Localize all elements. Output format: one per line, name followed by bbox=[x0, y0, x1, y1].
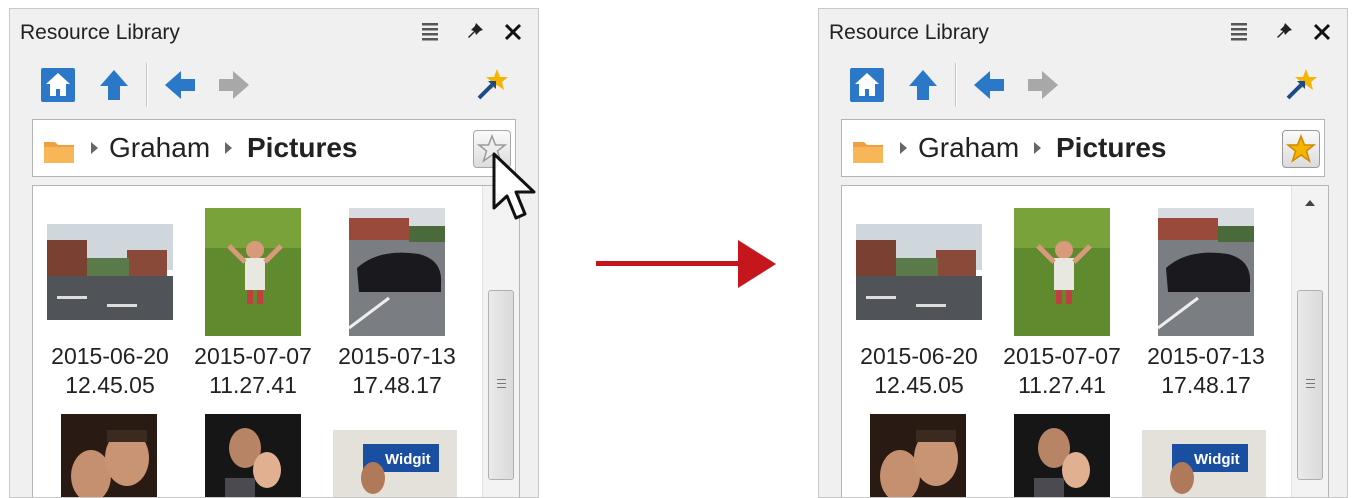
pin-icon[interactable] bbox=[1271, 19, 1297, 45]
thumbnail-caption: 2015-07-07 11.27.41 bbox=[1003, 343, 1121, 398]
folder-icon bbox=[852, 138, 884, 169]
thumbnail-caption: 2015-07-13 17.48.17 bbox=[338, 343, 456, 398]
breadcrumb-item-pictures[interactable]: Pictures bbox=[1056, 132, 1167, 164]
thumbnail-grid: 2015-06-20 12.45.05 2015-07-07 11.27.41 20… bbox=[32, 185, 520, 497]
breadcrumb-separator bbox=[1034, 142, 1041, 154]
thumbnail-caption: 2015-06-20 12.45.05 bbox=[860, 343, 978, 398]
svg-text:Widgit: Widgit bbox=[385, 451, 431, 468]
scroll-up-arrow-icon[interactable] bbox=[1305, 200, 1315, 206]
breadcrumb-item-pictures[interactable]: Pictures bbox=[247, 132, 358, 164]
breadcrumb: Graham Pictures bbox=[841, 119, 1325, 177]
resource-library-panel-before: Resource Library Graham Pictures 2015-06… bbox=[9, 8, 539, 498]
thumbnail-caption: 2015-07-07 11.27.41 bbox=[194, 343, 312, 398]
thumbnail-caption: 2015-06-20 12.45.05 bbox=[51, 343, 169, 398]
breadcrumb-separator bbox=[225, 142, 232, 154]
list-menu-icon[interactable] bbox=[1227, 19, 1253, 45]
thumbnail-image[interactable] bbox=[1158, 208, 1254, 336]
vertical-scrollbar[interactable] bbox=[1291, 186, 1328, 497]
panel-title: Resource Library bbox=[20, 21, 180, 44]
favorite-wand-icon[interactable] bbox=[1283, 67, 1319, 103]
star-icon bbox=[1285, 133, 1317, 163]
panel-title: Resource Library bbox=[829, 21, 989, 44]
thumbnail-image[interactable] bbox=[47, 224, 173, 320]
home-icon[interactable] bbox=[849, 67, 885, 103]
thumbnail-image[interactable] bbox=[205, 414, 301, 497]
panel-titlebar: Resource Library bbox=[819, 9, 1347, 55]
thumbnail-image[interactable] bbox=[61, 414, 157, 497]
svg-text:Widgit: Widgit bbox=[1194, 451, 1240, 468]
favorite-star-button[interactable] bbox=[1282, 130, 1320, 168]
toolbar-separator bbox=[955, 63, 957, 107]
back-arrow-icon[interactable] bbox=[162, 67, 198, 103]
thumbnail-caption: 2015-07-13 17.48.17 bbox=[1147, 343, 1265, 398]
breadcrumb-separator bbox=[91, 142, 98, 154]
breadcrumb: Graham Pictures bbox=[32, 119, 516, 177]
back-arrow-icon[interactable] bbox=[971, 67, 1007, 103]
list-menu-icon[interactable] bbox=[418, 19, 444, 45]
mouse-cursor-icon bbox=[492, 152, 536, 220]
resource-library-panel-after: Resource Library Graham Pictures 2015-06… bbox=[818, 8, 1348, 498]
vertical-scrollbar[interactable] bbox=[482, 186, 519, 497]
transition-arrow-head bbox=[738, 240, 776, 288]
scrollbar-thumb[interactable] bbox=[1297, 290, 1323, 480]
thumbnail-image[interactable] bbox=[870, 414, 966, 497]
thumbnail-grid: 2015-06-20 12.45.05 2015-07-07 11.27.41 20… bbox=[841, 185, 1329, 497]
pin-icon[interactable] bbox=[462, 19, 488, 45]
navigation-toolbar bbox=[10, 59, 538, 109]
breadcrumb-separator bbox=[900, 142, 907, 154]
forward-arrow-icon[interactable] bbox=[1025, 67, 1061, 103]
thumbnail-image[interactable] bbox=[205, 208, 301, 336]
toolbar-separator bbox=[146, 63, 148, 107]
thumbnail-image[interactable] bbox=[349, 208, 445, 336]
home-icon[interactable] bbox=[40, 67, 76, 103]
close-icon[interactable] bbox=[1309, 19, 1335, 45]
up-arrow-icon[interactable] bbox=[905, 67, 941, 103]
scrollbar-thumb[interactable] bbox=[488, 290, 514, 480]
breadcrumb-item-graham[interactable]: Graham bbox=[918, 132, 1019, 164]
breadcrumb-item-graham[interactable]: Graham bbox=[109, 132, 210, 164]
folder-icon bbox=[43, 138, 75, 169]
navigation-toolbar bbox=[819, 59, 1347, 109]
thumbnail-image[interactable] bbox=[856, 224, 982, 320]
forward-arrow-icon[interactable] bbox=[216, 67, 252, 103]
up-arrow-icon[interactable] bbox=[96, 67, 132, 103]
thumbnail-image[interactable] bbox=[1014, 208, 1110, 336]
thumbnail-image[interactable] bbox=[1014, 414, 1110, 497]
transition-arrow bbox=[596, 261, 746, 266]
close-icon[interactable] bbox=[500, 19, 526, 45]
panel-titlebar: Resource Library bbox=[10, 9, 538, 55]
favorite-wand-icon[interactable] bbox=[474, 67, 510, 103]
